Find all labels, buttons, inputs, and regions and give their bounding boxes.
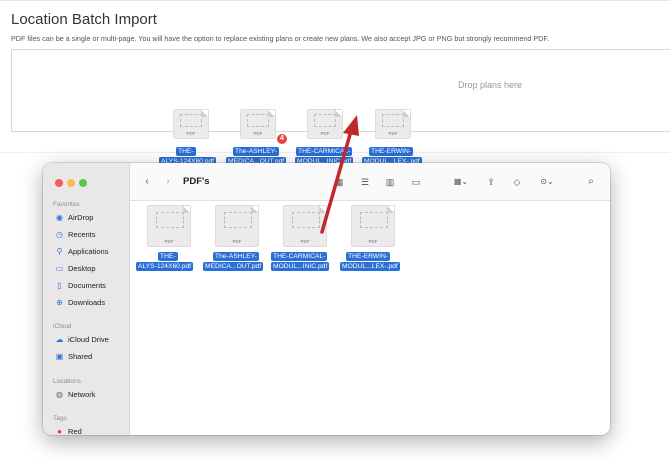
- dragged-file-icon: PDF: [240, 109, 276, 139]
- sidebar-item-label: Applications: [68, 247, 109, 256]
- dragged-file-icon: PDF: [307, 109, 343, 139]
- column-view-icon[interactable]: ▥: [384, 175, 396, 189]
- share-icon[interactable]: ⇪: [486, 175, 496, 189]
- sidebar-item-label: Documents: [68, 281, 106, 290]
- forward-chevron-icon[interactable]: ›: [163, 175, 173, 189]
- sidebar-section-favorites: Favorites: [53, 201, 80, 208]
- sidebar-item-label: Red: [68, 427, 82, 435]
- file-icon[interactable]: PDF: [283, 205, 327, 247]
- sidebar-item-label: Recents: [68, 230, 96, 239]
- file-name-line1[interactable]: The-ASHLEY-: [213, 252, 259, 261]
- shared-folder-icon: ▣: [55, 352, 64, 361]
- drop-zone-label: Drop plans here: [458, 80, 523, 90]
- batch-import-page: Location Batch Import PDF files can be a…: [0, 0, 670, 459]
- tag-icon[interactable]: ◇: [511, 175, 523, 189]
- drag-count-badge: 4: [277, 134, 287, 144]
- airdrop-icon: ◉: [56, 213, 63, 222]
- sidebar-item-shared[interactable]: ▣ Shared: [55, 352, 92, 361]
- sidebar-section-tags: Tags: [53, 415, 67, 422]
- sidebar-item-desktop[interactable]: ▭ Desktop: [55, 264, 96, 273]
- sidebar-item-downloads[interactable]: ⊕ Downloads: [55, 298, 105, 307]
- sidebar-item-label: Downloads: [68, 298, 106, 307]
- sidebar-item-label: AirDrop: [68, 213, 94, 222]
- page-subtitle: PDF files can be a single or multi-page.…: [11, 34, 549, 43]
- file-name-line1[interactable]: THE-: [158, 252, 178, 261]
- sidebar-item-label: Desktop: [68, 264, 96, 273]
- top-divider: [0, 0, 670, 3]
- back-chevron-icon[interactable]: ‹: [142, 175, 152, 189]
- close-window-button[interactable]: [55, 179, 63, 187]
- sidebar-item-tag-red[interactable]: ● Red: [55, 427, 82, 435]
- file-name-line2[interactable]: MODUL...INIC.pdf: [271, 262, 330, 271]
- file-name-line1[interactable]: THE-ERWIN-: [346, 252, 390, 261]
- clock-icon: ◷: [56, 230, 63, 239]
- finder-sidebar: Favorites ◉ AirDrop ◷ Recents ⚲ Applicat…: [43, 163, 130, 435]
- sidebar-item-icloud-drive[interactable]: ☁ iCloud Drive: [55, 335, 109, 344]
- sidebar-item-applications[interactable]: ⚲ Applications: [55, 247, 109, 256]
- cloud-icon: ☁: [55, 335, 64, 344]
- sidebar-item-airdrop[interactable]: ◉ AirDrop: [55, 213, 93, 222]
- download-icon: ⊕: [56, 298, 63, 307]
- file-name-line2[interactable]: ALYS-124X60.pdf: [136, 262, 194, 271]
- sidebar-item-label: Network: [68, 390, 96, 399]
- file-icon[interactable]: PDF: [147, 205, 191, 247]
- dragged-file-label-line1: THE-: [176, 147, 196, 156]
- file-name-line2[interactable]: MEDICA...OUT.pdf: [203, 262, 264, 271]
- file-name-line1[interactable]: THE-CARMICAL-: [271, 252, 328, 261]
- sidebar-item-label: iCloud Drive: [68, 335, 109, 344]
- network-icon: ◍: [56, 390, 63, 399]
- minimize-window-button[interactable]: [67, 179, 75, 187]
- search-icon[interactable]: ⌕: [585, 175, 597, 189]
- file-icon[interactable]: PDF: [215, 205, 259, 247]
- icon-view-icon[interactable]: ▦: [333, 175, 345, 189]
- more-icon[interactable]: ⊙⌄: [537, 175, 557, 189]
- desktop-icon: ▭: [55, 264, 64, 273]
- applications-icon: ⚲: [56, 247, 63, 256]
- file-name-line2[interactable]: MODUL...LEX-.pdf: [340, 262, 400, 271]
- sidebar-section-locations: Locations: [53, 378, 81, 385]
- document-icon: ▯: [57, 281, 62, 290]
- dragged-file-label-line1: THE-ERWIN-: [369, 147, 413, 156]
- gallery-view-icon[interactable]: ▭: [409, 175, 423, 189]
- sidebar-item-recents[interactable]: ◷ Recents: [55, 230, 96, 239]
- zoom-window-button[interactable]: [79, 179, 87, 187]
- sidebar-item-network[interactable]: ◍ Network: [55, 390, 96, 399]
- dragged-file-label-line1: THE-CARMICAL-: [296, 147, 353, 156]
- folder-title: PDF's: [183, 176, 210, 187]
- page-title: Location Batch Import: [11, 11, 157, 28]
- group-icon[interactable]: ▦⌄: [451, 175, 471, 189]
- sidebar-item-documents[interactable]: ▯ Documents: [55, 281, 106, 290]
- file-icon[interactable]: PDF: [351, 205, 395, 247]
- list-view-icon[interactable]: ☰: [359, 175, 371, 189]
- red-tag-dot-icon: ●: [57, 427, 62, 435]
- sidebar-item-label: Shared: [68, 352, 93, 361]
- sidebar-section-icloud: iCloud: [53, 323, 72, 330]
- dragged-file-icon: PDF: [173, 109, 209, 139]
- dragged-file-label-line1: The-ASHLEY-: [233, 147, 279, 156]
- dragged-file-icon: PDF: [375, 109, 411, 139]
- finder-window[interactable]: Favorites ◉ AirDrop ◷ Recents ⚲ Applicat…: [43, 163, 610, 435]
